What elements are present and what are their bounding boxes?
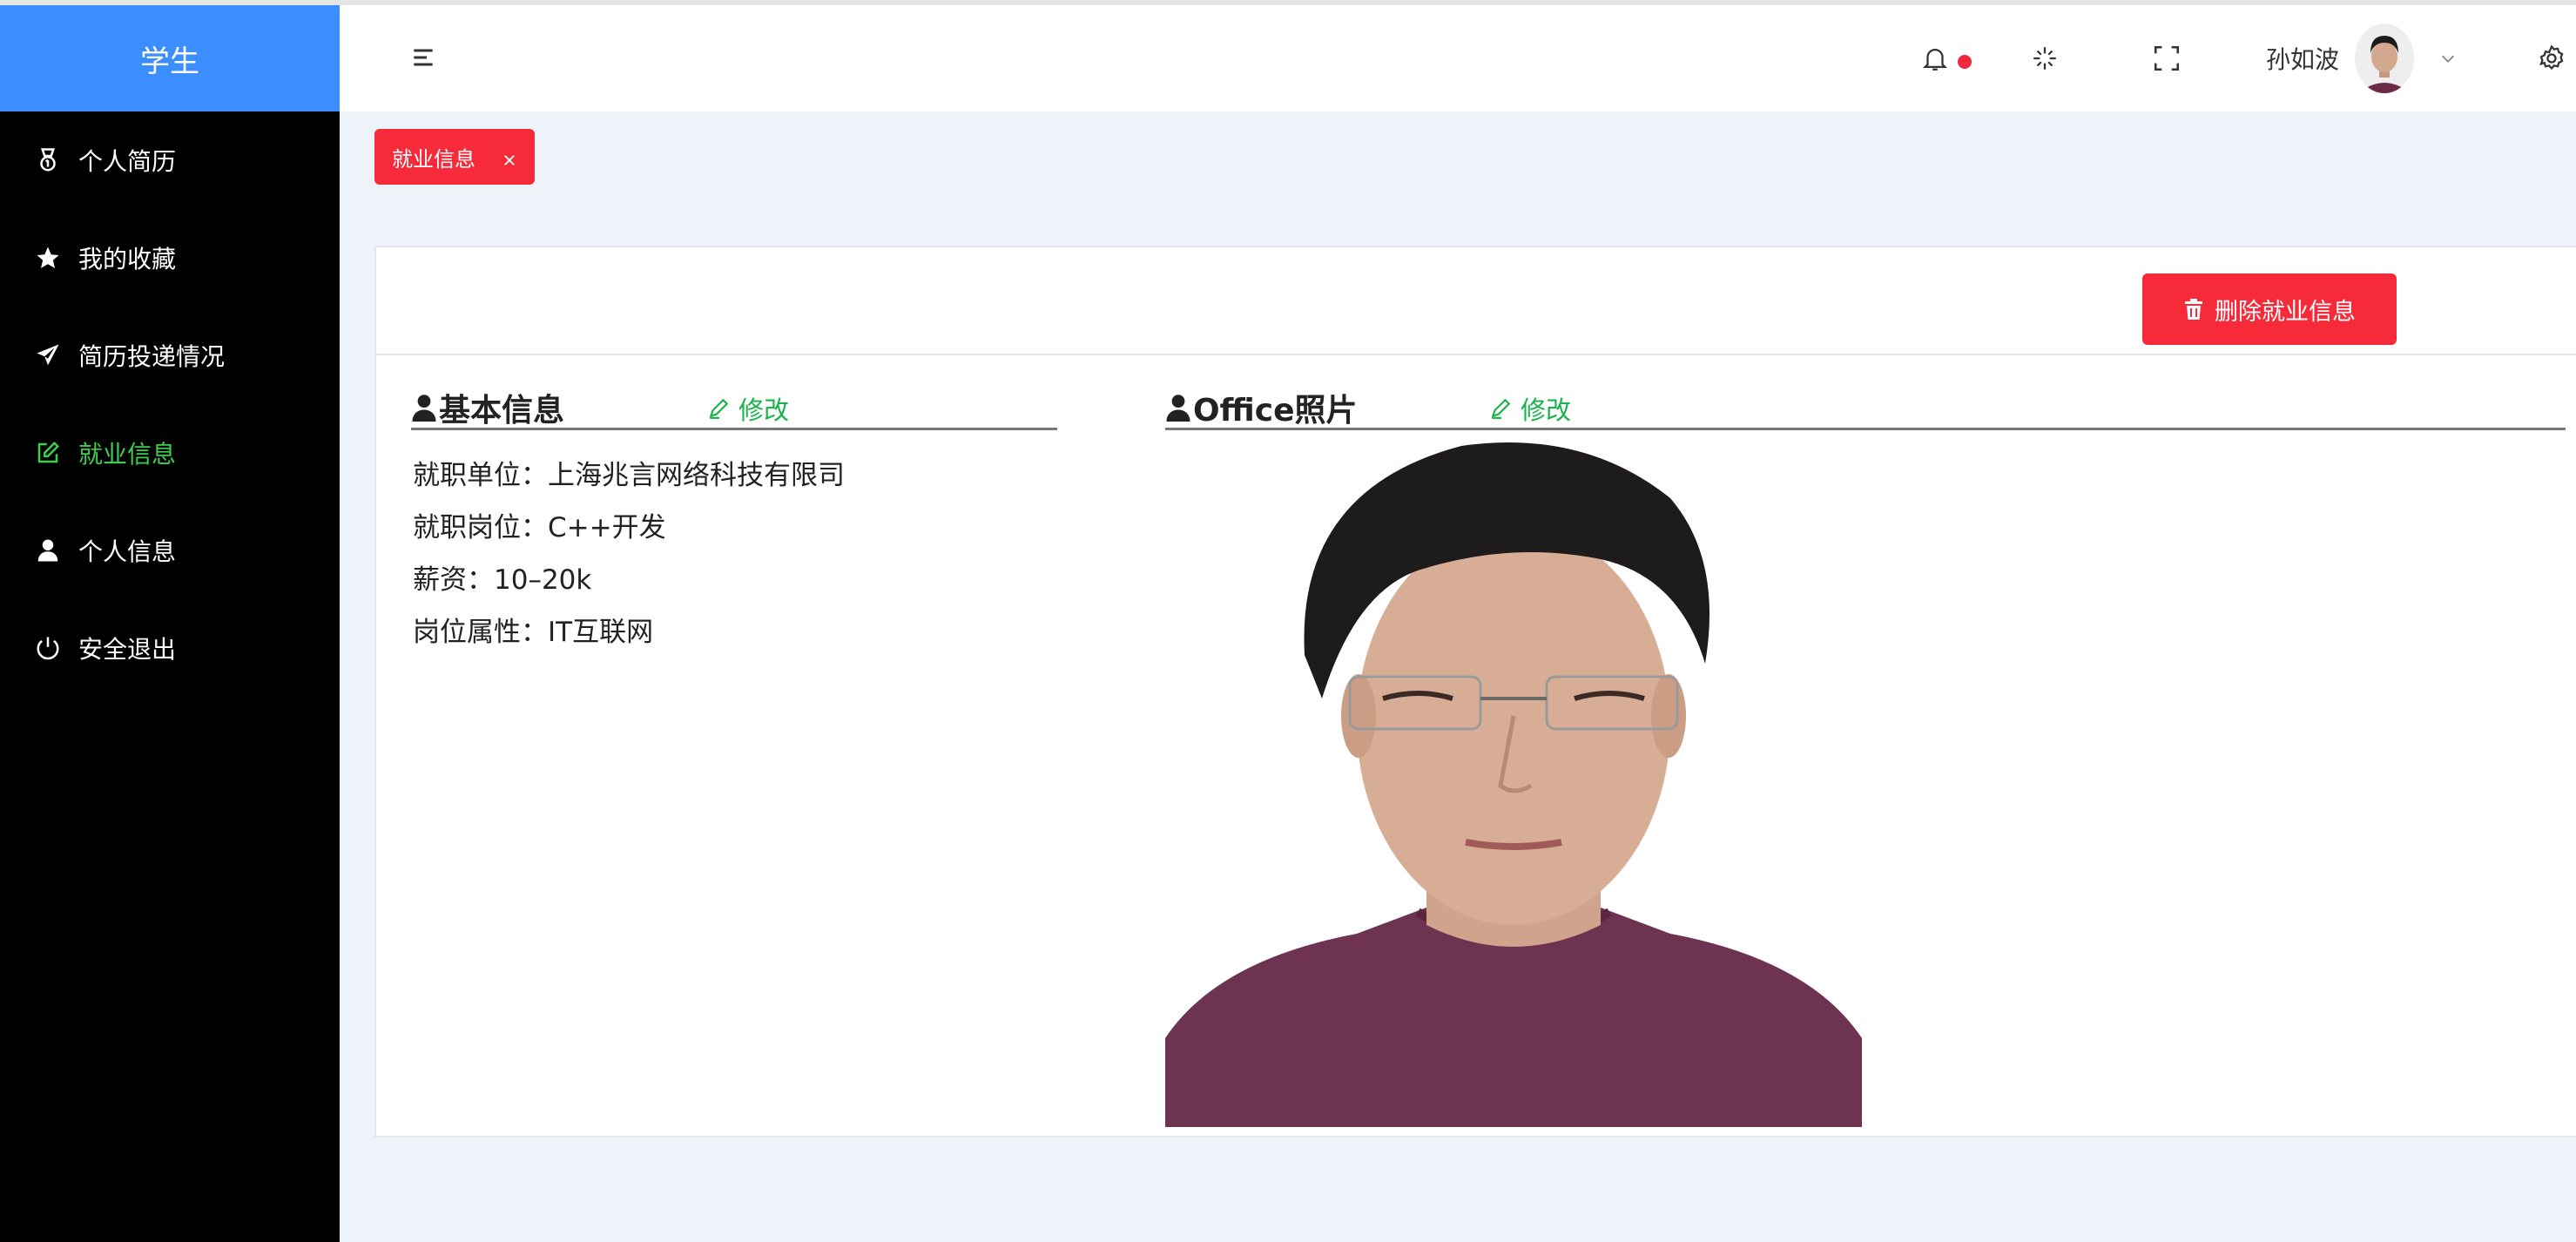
section-title: 基本信息 bbox=[439, 392, 565, 429]
sidebar-item-label: 安全退出 bbox=[78, 635, 177, 664]
delete-button-label: 删除就业信息 bbox=[2215, 298, 2356, 326]
basic-info-list: 就职单位：上海兆言网络科技有限司 就职岗位：C++开发 薪资：10–20k 岗位… bbox=[413, 449, 845, 658]
sidebar-item-profile[interactable]: 个人信息 bbox=[0, 502, 340, 599]
office-photo bbox=[1165, 437, 1862, 1127]
sidebar-item-logout[interactable]: 安全退出 bbox=[0, 599, 340, 697]
field-salary: 薪资：10–20k bbox=[413, 564, 592, 596]
settings-icon[interactable] bbox=[2536, 43, 2567, 74]
send-icon bbox=[35, 342, 61, 368]
pencil-icon bbox=[1491, 398, 1511, 419]
bell-icon[interactable] bbox=[1919, 43, 1972, 74]
sidebar-item-label: 个人信息 bbox=[78, 537, 177, 566]
trash-icon bbox=[2185, 299, 2202, 320]
tab-label: 就业信息 bbox=[392, 146, 475, 172]
field-job-type: 岗位属性：IT互联网 bbox=[413, 617, 654, 648]
delete-employment-button[interactable]: 删除就业信息 bbox=[2142, 273, 2397, 345]
card-toolbar: 删除就业信息 bbox=[376, 247, 2576, 355]
sparkle-icon[interactable] bbox=[2029, 43, 2060, 74]
pencil-icon bbox=[709, 398, 729, 419]
star-icon bbox=[35, 245, 61, 271]
edit-basic-info-button[interactable]: 修改 bbox=[707, 390, 789, 427]
avatar[interactable] bbox=[2355, 24, 2414, 93]
basic-info-header: 基本信息 修改 bbox=[411, 387, 1057, 430]
office-photo-header: Office照片 修改 bbox=[1165, 387, 2566, 430]
username[interactable]: 孙如波 bbox=[2266, 41, 2339, 76]
sidebar-item-employment[interactable]: 就业信息 bbox=[0, 404, 340, 502]
edit-photo-button[interactable]: 修改 bbox=[1489, 390, 1571, 427]
sidebar-item-deliveries[interactable]: 简历投递情况 bbox=[0, 307, 340, 404]
field-position: 就职岗位：C++开发 bbox=[413, 512, 666, 543]
employment-card: 删除就业信息 基本信息 修改 就职单位：上海兆言网络科技有限司 就职岗位：C++… bbox=[374, 246, 2576, 1137]
edit-label: 修改 bbox=[738, 395, 790, 425]
edit-label: 修改 bbox=[1521, 395, 1572, 425]
top-header: 孙如波 bbox=[340, 0, 2576, 111]
power-icon bbox=[35, 635, 61, 661]
header-actions: 孙如波 bbox=[1919, 5, 2576, 111]
user-icon bbox=[1166, 394, 1190, 422]
user-icon bbox=[35, 537, 61, 564]
sidebar-item-label: 就业信息 bbox=[78, 440, 177, 469]
close-icon[interactable] bbox=[502, 149, 517, 165]
tab-employment-info[interactable]: 就业信息 bbox=[374, 129, 535, 185]
sidebar-item-label: 简历投递情况 bbox=[78, 342, 226, 371]
sidebar-item-label: 我的收藏 bbox=[78, 245, 177, 273]
field-employer: 就职单位：上海兆言网络科技有限司 bbox=[413, 460, 845, 491]
edit-icon bbox=[35, 440, 61, 466]
fullscreen-icon[interactable] bbox=[2151, 43, 2182, 74]
brand-title: 学生 bbox=[0, 0, 340, 111]
sidebar-item-label: 个人简历 bbox=[78, 147, 177, 176]
hamburger-icon[interactable] bbox=[409, 44, 437, 71]
sidebar-item-favorites[interactable]: 我的收藏 bbox=[0, 209, 340, 307]
notification-dot bbox=[1957, 55, 1972, 69]
sidebar: 学生 个人简历 我的收藏 简历投递情况 就业信息 个人信息 安全退出 bbox=[0, 0, 340, 1242]
section-title: Office照片 bbox=[1193, 392, 1358, 429]
user-icon bbox=[412, 394, 436, 422]
chevron-down-icon[interactable] bbox=[2438, 49, 2458, 68]
sidebar-item-resume[interactable]: 个人简历 bbox=[0, 111, 340, 209]
medal-icon bbox=[35, 147, 61, 173]
